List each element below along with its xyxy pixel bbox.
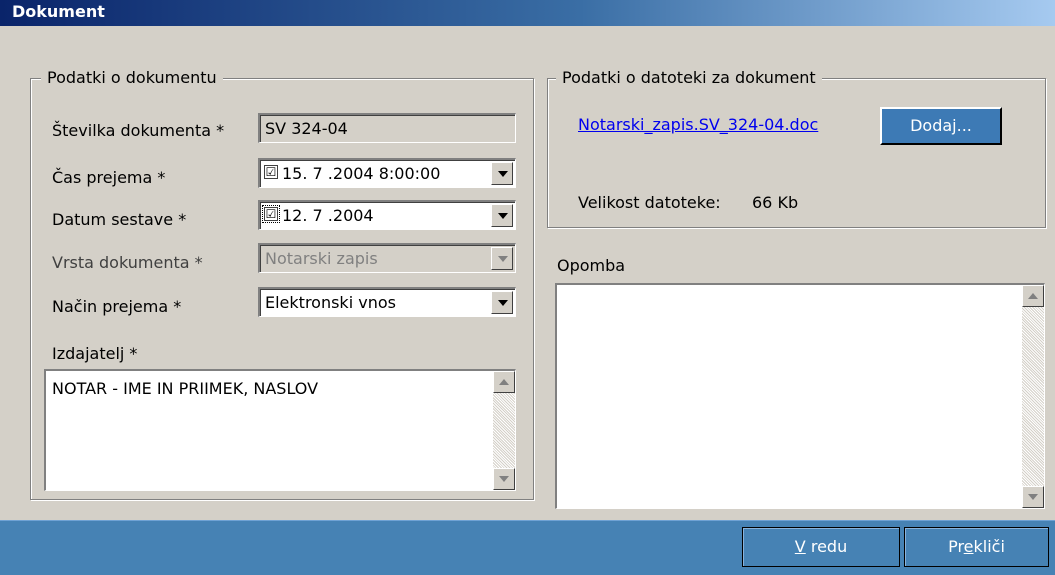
scroll-up-icon[interactable] <box>493 371 515 393</box>
add-file-button[interactable]: Dodaj... <box>880 107 1002 145</box>
stevilka-value: SV 324-04 <box>265 119 348 138</box>
datum-sestave-label: Datum sestave * <box>52 210 187 229</box>
file-link[interactable]: Notarski_zapis.SV_324-04.doc <box>578 115 818 134</box>
opomba-textarea[interactable] <box>555 283 1045 509</box>
izdajatelj-value: NOTAR - IME IN PRIIMEK, NASLOV <box>52 379 319 398</box>
datum-sestave-value: 12. 7 .2004 <box>282 206 374 225</box>
datum-sestave-picker[interactable]: ☑ 12. 7 .2004 <box>258 200 516 230</box>
nacin-value: Elektronski vnos <box>265 293 396 312</box>
nacin-select[interactable]: Elektronski vnos <box>258 287 516 317</box>
cas-prejema-checkbox[interactable]: ☑ <box>264 165 278 179</box>
cas-prejema-label: Čas prejema * <box>52 168 166 187</box>
ok-button[interactable]: V redu <box>742 527 900 567</box>
vrsta-select[interactable]: Notarski zapis <box>258 243 516 273</box>
stevilka-label: Številka dokumenta * <box>52 121 225 140</box>
cancel-mnemonic: e <box>963 537 974 556</box>
file-size-label: Velikost datoteke: <box>578 193 721 212</box>
title-bar: Dokument <box>0 0 1055 26</box>
nacin-dropdown-icon[interactable] <box>491 291 513 314</box>
vrsta-label: Vrsta dokumenta * <box>52 253 203 272</box>
opomba-label: Opomba <box>557 256 626 275</box>
izdajatelj-label: Izdajatelj * <box>52 344 138 363</box>
ok-mnemonic: V <box>794 537 806 556</box>
cas-prejema-value: 15. 7 .2004 8:00:00 <box>282 164 441 183</box>
vrsta-value: Notarski zapis <box>265 249 378 268</box>
cas-prejema-dropdown-icon[interactable] <box>491 162 513 185</box>
datum-sestave-dropdown-icon[interactable] <box>491 204 513 227</box>
cas-prejema-picker[interactable]: ☑ 15. 7 .2004 8:00:00 <box>258 158 516 188</box>
ok-label: redu <box>805 537 848 556</box>
cancel-label-pre: Pr <box>948 537 964 556</box>
file-group-legend: Podatki o datoteki za dokument <box>556 68 822 87</box>
scroll-down-icon[interactable] <box>1022 486 1044 508</box>
cancel-label-post: kliči <box>973 537 1005 556</box>
vrsta-dropdown-icon <box>491 247 513 270</box>
datum-sestave-checkbox[interactable]: ☑ <box>262 205 280 223</box>
nacin-label: Način prejema * <box>52 297 182 316</box>
stevilka-field[interactable]: SV 324-04 <box>258 113 516 143</box>
window-title: Dokument <box>12 2 105 21</box>
scroll-up-icon[interactable] <box>1022 285 1044 307</box>
scroll-down-icon[interactable] <box>493 468 515 490</box>
file-size-value: 66 Kb <box>752 193 799 212</box>
opomba-scrollbar[interactable] <box>1022 285 1044 508</box>
izdajatelj-scrollbar[interactable] <box>493 371 515 490</box>
izdajatelj-textarea[interactable]: NOTAR - IME IN PRIIMEK, NASLOV <box>44 369 516 491</box>
document-group-legend: Podatki o dokumentu <box>41 68 223 87</box>
add-file-button-label: Dodaj... <box>910 116 972 135</box>
cancel-button[interactable]: Prekliči <box>904 527 1049 567</box>
